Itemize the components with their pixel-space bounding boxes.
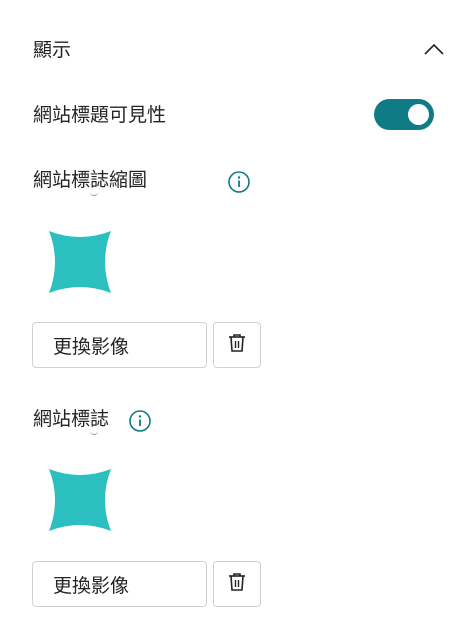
change-logo-button[interactable]: 更換影像 — [32, 561, 207, 607]
label-decoration — [90, 430, 98, 435]
section-title: 顯示 — [33, 39, 72, 61]
chevron-up-icon[interactable] — [421, 37, 447, 63]
site-logo-thumbnail-image — [47, 229, 113, 295]
label-decoration — [90, 191, 98, 196]
change-thumbnail-button[interactable]: 更換影像 — [32, 322, 207, 368]
trash-icon — [226, 571, 248, 597]
info-icon[interactable] — [128, 409, 152, 433]
trash-icon — [226, 332, 248, 358]
change-image-label: 更換影像 — [53, 574, 130, 597]
site-logo-image — [47, 467, 113, 533]
site-logo-thumbnail-label: 網站標誌縮圖 — [33, 169, 148, 191]
info-icon[interactable] — [227, 170, 251, 194]
toggle-knob — [408, 104, 429, 125]
site-title-visibility-label: 網站標題可見性 — [33, 104, 167, 126]
delete-thumbnail-button[interactable] — [213, 322, 261, 368]
site-logo-label: 網站標誌 — [33, 408, 110, 430]
site-title-visibility-toggle[interactable] — [374, 99, 434, 130]
change-image-label: 更換影像 — [53, 335, 130, 358]
delete-logo-button[interactable] — [213, 561, 261, 607]
